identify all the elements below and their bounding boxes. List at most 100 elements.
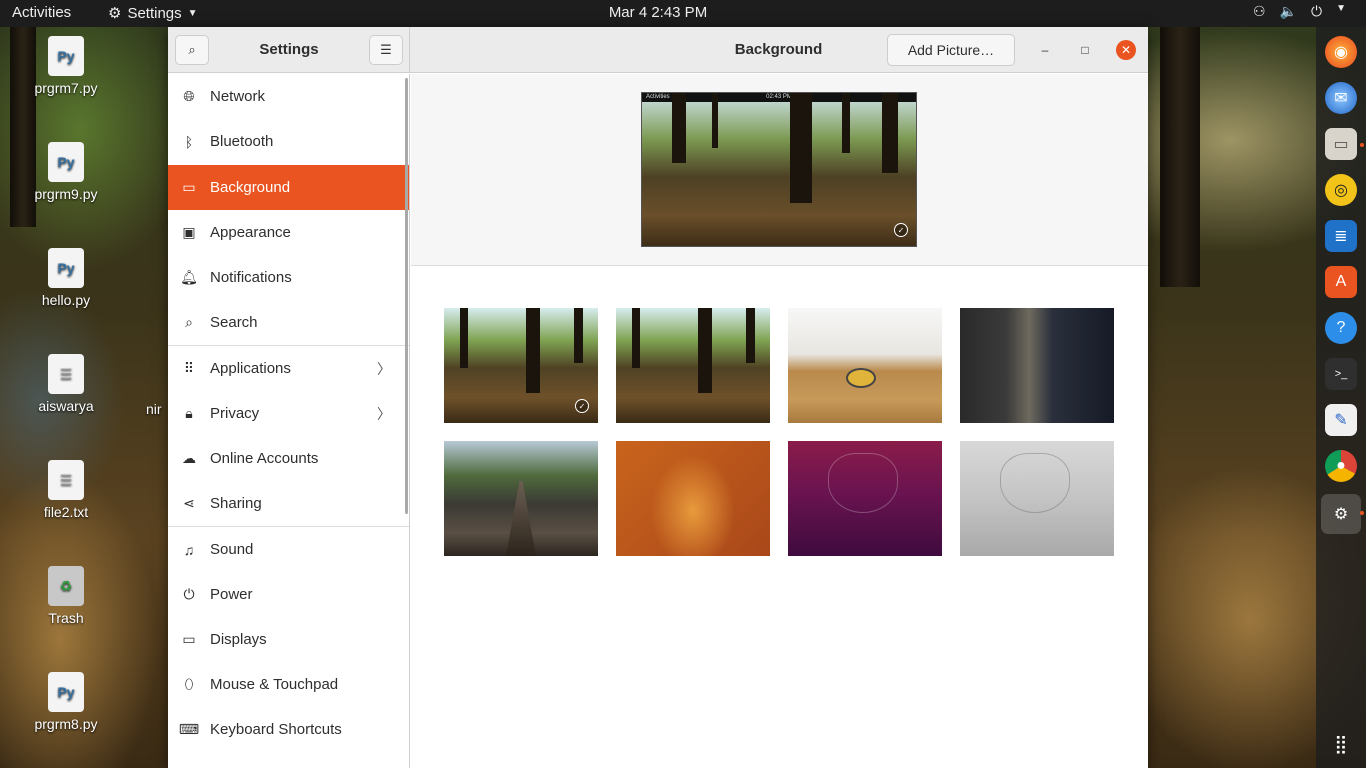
top-bar: Activities ⚙ Settings ▼ Mar 4 2:43 PM ⚇ …	[0, 0, 1366, 27]
sidebar-item-keyboard-shortcuts[interactable]: ⌨ Keyboard Shortcuts	[168, 707, 409, 752]
sidebar-item-label: Privacy	[210, 405, 260, 422]
mouse-icon: ⬯	[184, 676, 194, 692]
desktop-icon[interactable]: ♻ Trash	[18, 566, 114, 626]
text-file-icon: ☰	[48, 354, 84, 394]
chevron-right-icon: 〉	[377, 360, 391, 377]
bluetooth-icon: ᛒ	[184, 133, 194, 150]
share-icon: ⋖	[183, 495, 195, 511]
add-picture-button[interactable]: Add Picture…	[887, 34, 1015, 66]
sidebar-item-label: Power	[210, 586, 253, 603]
firefox-icon[interactable]: ◉	[1325, 36, 1357, 68]
close-icon: ✕	[1120, 43, 1132, 57]
chevron-right-icon: 〉	[377, 405, 391, 422]
keyboard-icon: ⌨	[178, 721, 200, 737]
sidebar-item-label: Sharing	[210, 495, 262, 512]
background-panel: Activities 02:43 PM ✓ ✓	[411, 74, 1148, 768]
show-apps-icon[interactable]: ⣿	[1325, 728, 1357, 760]
clock[interactable]: Mar 4 2:43 PM	[0, 4, 1316, 21]
desktop-icon[interactable]: Py prgrm9.py	[18, 142, 114, 202]
sidebar-item-label: Keyboard Shortcuts	[210, 721, 342, 738]
hamburger-icon: ☰	[380, 42, 392, 57]
sidebar-item-network[interactable]: 🌐︎ Network	[168, 74, 409, 119]
check-icon: ✓	[575, 399, 589, 413]
dock: ◉ ✉ ▭ ◎ ≣ A ? >_ ✎ ● ⚙ ⣿	[1316, 27, 1366, 768]
system-tray[interactable]: ⚇ 🔈 ⏻ ▼	[1253, 3, 1346, 20]
maximize-button[interactable]: □	[1076, 41, 1094, 59]
sidebar-item-label: Notifications	[210, 269, 292, 286]
running-indicator	[1360, 143, 1364, 147]
sidebar-item-label: Displays	[210, 631, 267, 648]
sidebar-item-online-accounts[interactable]: ☁ Online Accounts	[168, 436, 409, 481]
volume-icon: 🔈	[1279, 3, 1298, 19]
desktop-icon[interactable]: Py prgrm8.py	[18, 672, 114, 732]
desktop-icon[interactable]: ☰ aiswarya	[18, 354, 114, 414]
text-editor-icon[interactable]: ✎	[1325, 404, 1357, 436]
cloud-icon: ☁	[182, 450, 196, 466]
sidebar-item-power[interactable]: ⏻ Power	[168, 572, 409, 617]
sidebar-item-sharing[interactable]: ⋖ Sharing	[168, 481, 409, 526]
writer-icon[interactable]: ≣	[1325, 220, 1357, 252]
rhythmbox-icon[interactable]: ◎	[1325, 174, 1357, 206]
sidebar-item-search[interactable]: ⌕ Search	[168, 300, 409, 345]
desktop-icon[interactable]: Py prgrm7.py	[18, 36, 114, 96]
software-icon[interactable]: A	[1325, 266, 1357, 298]
sidebar-item-applications[interactable]: ⠿ Applications 〉	[168, 346, 409, 391]
wallpaper-thumb-bridge[interactable]	[444, 441, 598, 556]
thumb-puck	[846, 368, 876, 388]
sidebar-item-bluetooth[interactable]: ᛒ Bluetooth	[168, 119, 409, 164]
sidebar-scrollbar[interactable]	[405, 78, 408, 514]
sidebar-item-label: Network	[210, 88, 266, 105]
thunderbird-icon[interactable]: ✉	[1325, 82, 1357, 114]
sidebar-header: ⌕ Settings ☰	[168, 27, 410, 73]
python-file-icon: Py	[48, 248, 84, 288]
sidebar-item-label: Appearance	[210, 224, 291, 241]
sidebar-item-background[interactable]: ▭ Background	[168, 165, 409, 210]
sidebar-item-sound[interactable]: ♫ Sound	[168, 527, 409, 572]
settings-window: ⌕ Settings ☰ Background Add Picture… – □…	[168, 27, 1148, 768]
sidebar-item-appearance[interactable]: ▣ Appearance	[168, 210, 409, 255]
minimize-button[interactable]: –	[1036, 41, 1054, 59]
sidebar-item-notifications[interactable]: 🔔︎ Notifications	[168, 255, 409, 300]
sidebar: 🌐︎ Network ᛒ Bluetooth ▭ Background ▣ Ap…	[168, 74, 410, 768]
sidebar-item-label: Background	[210, 179, 291, 196]
network-icon: ⚇	[1253, 3, 1266, 19]
chevron-down-icon: ▼	[1336, 3, 1346, 14]
wallpaper-tree-trunk	[1160, 27, 1200, 287]
desktop-icon-label: prgrm8.py	[34, 716, 98, 732]
thumb-bridge-deck	[506, 481, 536, 556]
sidebar-item-displays[interactable]: ▭ Displays	[168, 617, 409, 662]
wallpaper-thumb-shuffleboard[interactable]	[788, 308, 942, 423]
desktop-icon[interactable]: Py hello.py	[18, 248, 114, 308]
settings-icon[interactable]: ⚙	[1321, 494, 1361, 534]
running-indicator	[1360, 511, 1364, 515]
wallpaper-thumb-purple-fossa[interactable]	[788, 441, 942, 556]
chrome-icon[interactable]: ●	[1325, 450, 1357, 482]
wallpaper-thumb-orange-bird[interactable]	[616, 441, 770, 556]
bell-icon: 🔔︎	[180, 269, 198, 285]
thumb-fossa-outline	[1000, 453, 1070, 513]
wallpaper-thumb-subway[interactable]	[960, 308, 1114, 423]
desktop-icon-label: prgrm7.py	[34, 80, 98, 96]
sidebar-item-privacy[interactable]: 🔒︎ Privacy 〉	[168, 391, 409, 436]
lock-icon: 🔒︎	[185, 405, 193, 421]
terminal-icon[interactable]: >_	[1325, 358, 1357, 390]
minimize-icon: –	[1041, 43, 1049, 57]
sidebar-item-label: Mouse & Touchpad	[210, 676, 339, 693]
close-button[interactable]: ✕	[1116, 40, 1136, 60]
power-icon: ⏻	[1311, 3, 1323, 19]
text-file-icon: ☰	[48, 460, 84, 500]
menu-button[interactable]: ☰	[369, 35, 403, 65]
background-icon: ▭	[182, 179, 196, 195]
help-icon[interactable]: ?	[1325, 312, 1357, 344]
sidebar-item-mouse-touchpad[interactable]: ⬯ Mouse & Touchpad	[168, 662, 409, 707]
python-file-icon: Py	[48, 36, 84, 76]
files-icon[interactable]: ▭	[1325, 128, 1357, 160]
desktop-icon-label: aiswarya	[38, 398, 94, 414]
maximize-icon: □	[1081, 43, 1089, 57]
desktop-icon[interactable]: ☰ file2.txt	[18, 460, 114, 520]
wallpaper-thumb-forest[interactable]: ✓	[444, 308, 598, 423]
search-icon: ⌕	[185, 314, 193, 330]
wallpaper-thumb-forest-alt[interactable]	[616, 308, 770, 423]
wallpaper-thumb-grey-fossa[interactable]	[960, 441, 1114, 556]
python-file-icon: Py	[48, 672, 84, 712]
